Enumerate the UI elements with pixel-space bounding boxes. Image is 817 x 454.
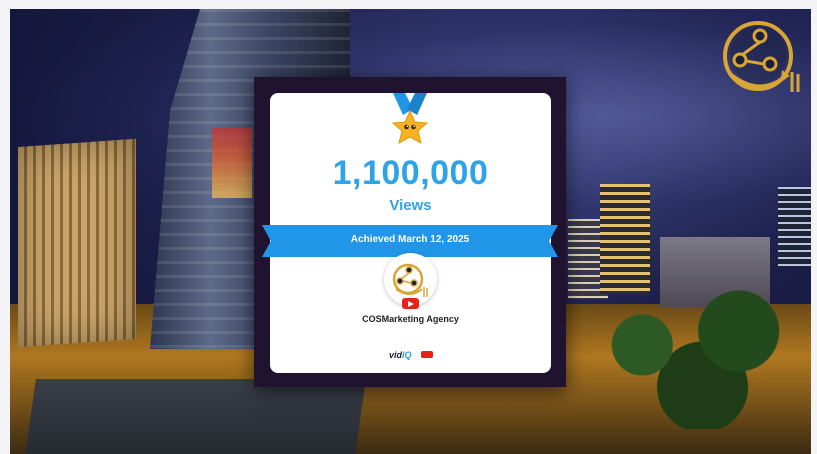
trees bbox=[570, 289, 811, 429]
vidiq-brand: vidIQ bbox=[389, 350, 412, 362]
building-right-d bbox=[778, 187, 811, 267]
achievement-date: Achieved March 12, 2025 bbox=[350, 234, 470, 245]
youtube-icon bbox=[402, 298, 419, 309]
view-count: 1,100,000 bbox=[332, 154, 489, 192]
youtube-mini-icon bbox=[421, 351, 433, 358]
tower-red-lights bbox=[212, 128, 252, 198]
brand-vid: vid bbox=[389, 350, 403, 360]
office-building-left bbox=[18, 138, 136, 348]
building-right-b bbox=[600, 184, 650, 294]
view-count-unit: Views bbox=[389, 197, 432, 214]
star-medal-icon bbox=[391, 93, 429, 144]
channel-name: COSMarketing Agency bbox=[362, 314, 459, 324]
brand-iq: IQ bbox=[402, 350, 412, 360]
rooftop-foreground bbox=[24, 379, 366, 454]
share-network-logo-icon bbox=[723, 21, 800, 92]
